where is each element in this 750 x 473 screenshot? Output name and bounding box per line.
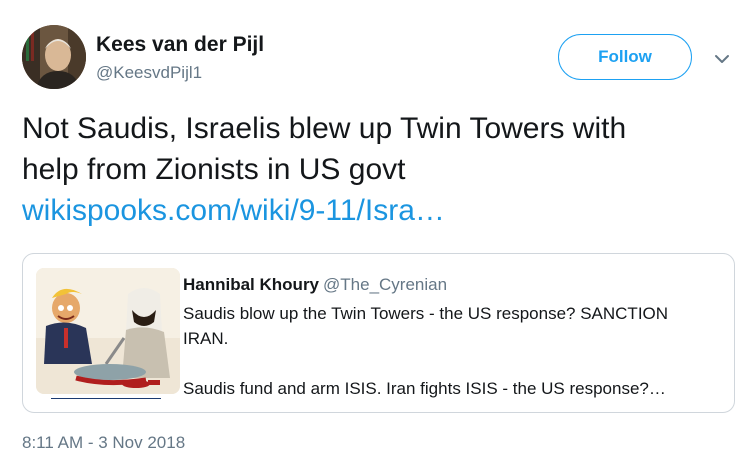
quote-text: Saudis blow up the Twin Towers - the US …: [183, 301, 723, 401]
quote-paragraph-gap: [183, 351, 723, 376]
follow-button[interactable]: Follow: [558, 34, 692, 80]
avatar[interactable]: [22, 25, 86, 89]
display-name[interactable]: Kees van der Pijl: [96, 33, 264, 57]
timestamp[interactable]: 8:11 AM - 3 Nov 2018: [22, 433, 185, 453]
profile-photo-icon: [22, 25, 86, 89]
tweet-text: Not Saudis, Israelis blew up Twin Towers…: [22, 108, 737, 231]
quote-author-name[interactable]: Hannibal Khoury: [183, 275, 319, 294]
quote-header: Hannibal Khoury @The_Cyrenian: [183, 275, 447, 295]
tweet-card: Kees van der Pijl @KeesvdPijl1 Follow No…: [0, 0, 750, 473]
quote-text-line: Saudis blow up the Twin Towers - the US …: [183, 304, 669, 323]
tweet-text-line: Not Saudis, Israelis blew up Twin Towers…: [22, 112, 627, 145]
image-divider: [51, 398, 161, 399]
chevron-down-icon[interactable]: [713, 50, 731, 68]
quoted-tweet[interactable]: Hannibal Khoury @The_Cyrenian Saudis blow…: [22, 253, 735, 413]
quote-text-line: Saudis fund and arm ISIS. Iran fights IS…: [183, 379, 666, 398]
tweet-text-line: help from Zionists in US govt: [22, 153, 406, 186]
cartoon-image: [36, 268, 180, 394]
tweet-link[interactable]: wikispooks.com/wiki/9-11/Isra…: [22, 190, 737, 231]
quote-text-line: IRAN.: [183, 329, 229, 348]
user-handle[interactable]: @KeesvdPijl1: [96, 63, 202, 83]
quote-author-handle[interactable]: @The_Cyrenian: [323, 275, 447, 294]
